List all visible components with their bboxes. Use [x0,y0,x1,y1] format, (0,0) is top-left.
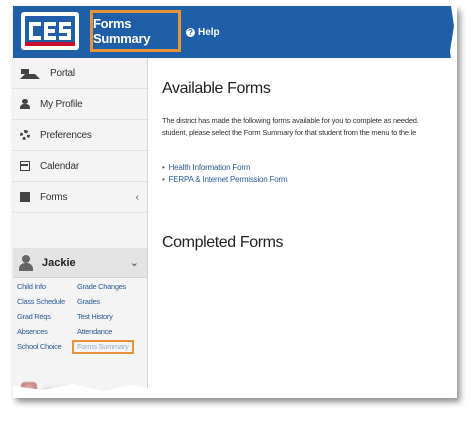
sidebar-item-my-profile[interactable]: My Profile [13,89,147,120]
bullet: • [162,163,165,172]
intro-text: The district has made the following form… [162,115,457,139]
chevron-left-icon: ‹ [135,191,139,203]
help-link[interactable]: ? Help [186,23,220,41]
help-label: Help [198,26,220,38]
sidebar-item-label: Preferences [40,129,92,141]
home-icon [20,64,40,79]
sidebar-item-portal[interactable]: Portal [13,58,147,89]
sidebar: Portal My Profile Preferences Calendar F… [13,58,148,398]
form-link-ferpa[interactable]: • FERPA & Internet Permission Form [162,174,288,186]
top-header-bar: Forms Summary ? Help [13,6,457,58]
sidebar-item-label: Forms [40,191,68,203]
gear-icon [20,130,30,140]
link-test-history[interactable]: Test History [77,312,113,321]
form-link-label: FERPA & Internet Permission Form [168,175,288,184]
sidebar-item-preferences[interactable]: Preferences [13,120,147,151]
user-icon [20,99,30,109]
intro-line-2: student, please select the Form Summary … [162,128,417,137]
available-forms-heading: Available Forms [162,80,271,97]
student-selector-jackie[interactable]: Jackie ⌄ [13,248,147,278]
sidebar-item-label: My Profile [40,98,83,110]
available-forms-list: • Health Information Form • FERPA & Intern… [162,162,288,186]
help-icon: ? [186,27,195,37]
link-attendance[interactable]: Attendance [77,327,112,336]
form-link-health-information[interactable]: • Health Information Form [162,162,287,174]
link-grad-reqs[interactable]: Grad Reqs [17,312,51,321]
chevron-down-icon: ⌄ [129,257,139,269]
sidebar-item-label: Portal [50,67,75,79]
app-window: Forms Summary ? Help Portal My Profile P… [13,6,457,398]
document-icon [20,192,30,202]
completed-forms-heading: Completed Forms [162,234,284,251]
tab-forms-summary[interactable]: Forms Summary [90,10,181,52]
avatar [19,254,33,271]
link-grades[interactable]: Grades [77,297,100,306]
student-name: Jackie [42,256,76,269]
link-absences[interactable]: Absences [17,327,48,336]
calendar-icon [20,161,30,171]
form-link-label: Health Information Form [168,163,251,172]
student-links: Child Info Grade Changes Class Schedule … [13,280,147,376]
bullet: • [162,175,165,184]
link-grade-changes[interactable]: Grade Changes [77,282,126,291]
link-class-schedule[interactable]: Class Schedule [17,297,65,306]
intro-line-1: The district has made the following form… [162,116,419,125]
link-school-choice[interactable]: School Choice [17,342,62,351]
sidebar-item-label: Calendar [40,160,79,172]
district-logo[interactable] [21,12,79,50]
main-content: Available Forms The district has made th… [148,58,457,398]
link-forms-summary[interactable]: Forms Summary [72,340,134,354]
torn-edge-right [449,6,457,398]
sidebar-item-forms[interactable]: Forms ‹ [13,182,147,213]
link-child-info[interactable]: Child Info [17,282,46,291]
torn-edge-bottom [13,384,457,398]
sidebar-item-calendar[interactable]: Calendar [13,151,147,182]
